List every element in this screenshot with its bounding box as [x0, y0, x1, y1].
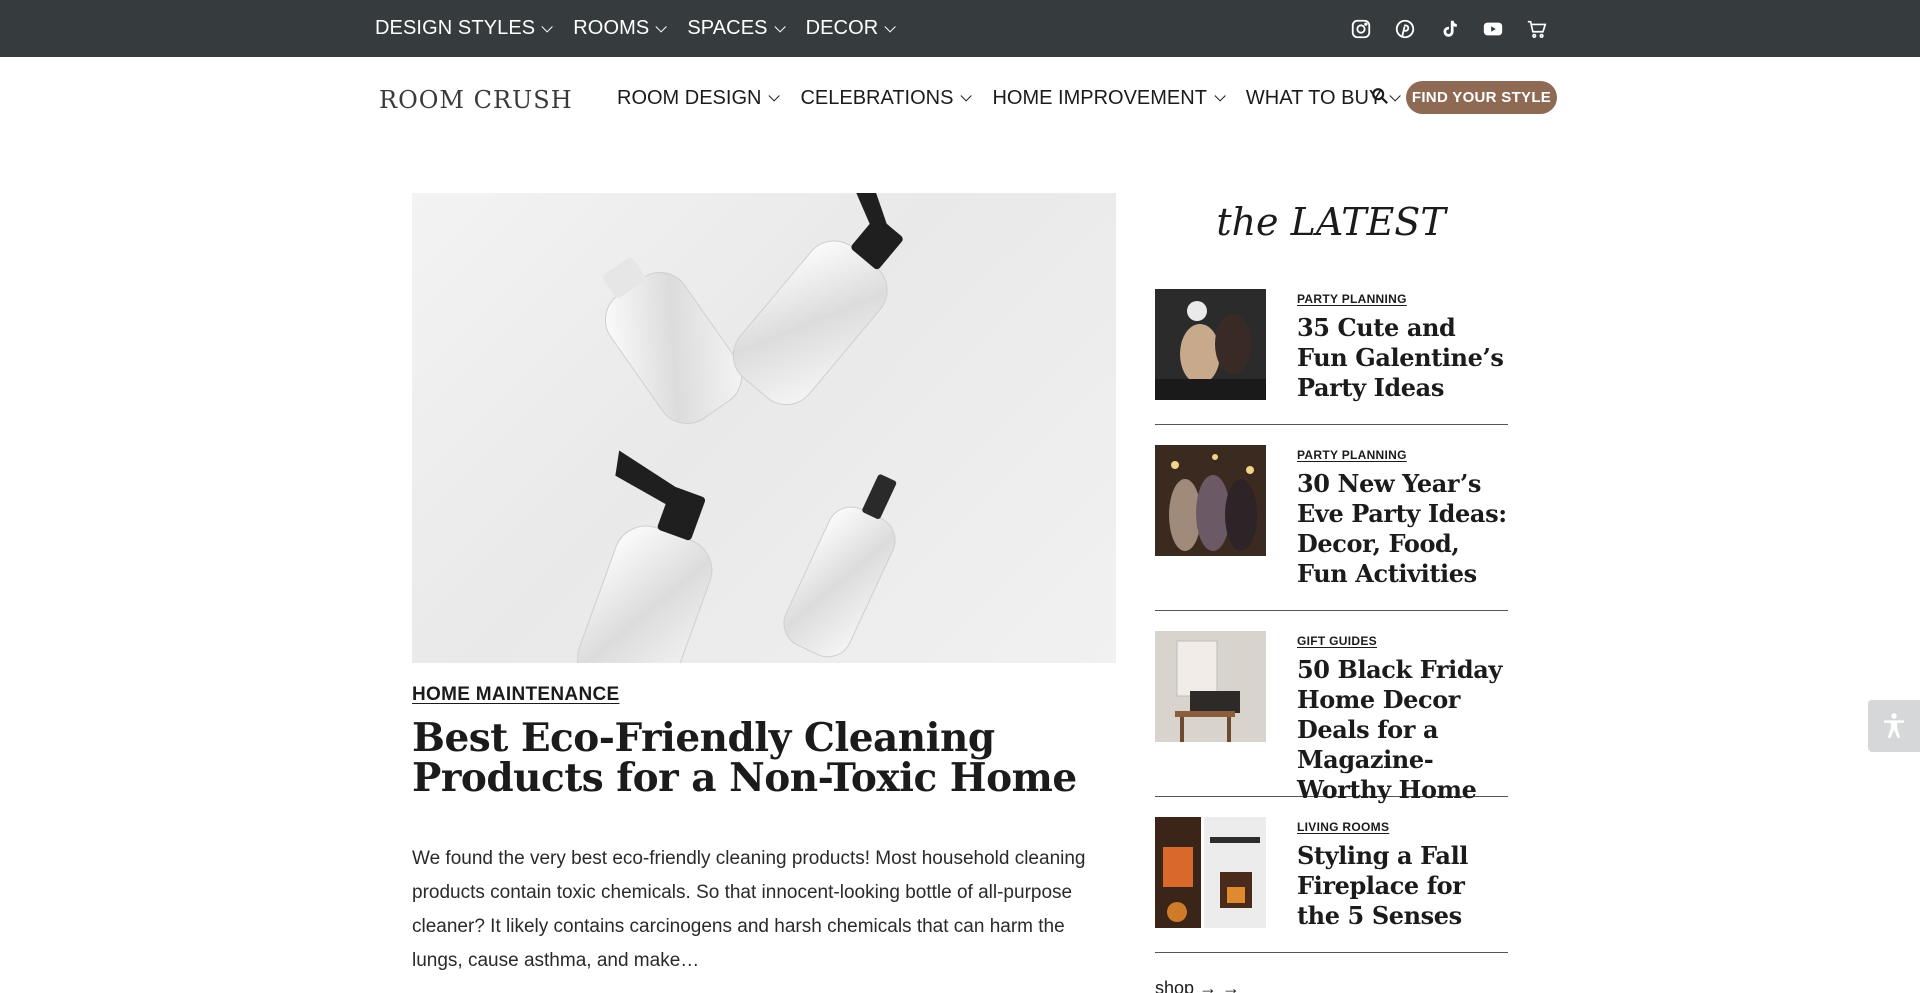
chevron-down-icon: [1214, 90, 1226, 102]
top-bar: DESIGN STYLES ROOMS SPACES DECOR: [0, 0, 1920, 57]
latest-title[interactable]: Styling a Fall Fireplace for the 5 Sense…: [1297, 841, 1512, 931]
latest-item[interactable]: PARTY PLANNING 35 Cute and Fun Galentine…: [1155, 289, 1508, 425]
latest-category[interactable]: LIVING ROOMS: [1297, 820, 1389, 834]
main-nav-label: CELEBRATIONS: [800, 86, 954, 109]
latest-thumbnail[interactable]: [1155, 289, 1266, 400]
top-nav-spaces[interactable]: SPACES: [687, 17, 786, 40]
top-nav-decor[interactable]: DECOR: [805, 17, 897, 40]
latest-heading: the LATEST: [1216, 200, 1446, 244]
latest-title[interactable]: 30 New Year’s Eve Party Ideas: Decor, Fo…: [1297, 469, 1512, 589]
chevron-down-icon: [768, 90, 781, 102]
top-nav: DESIGN STYLES ROOMS SPACES DECOR: [375, 0, 916, 57]
post-category-link[interactable]: HOME MAINTENANCE: [412, 684, 619, 706]
shop-link[interactable]: shop → →: [1155, 978, 1240, 993]
chevron-down-icon: [774, 20, 786, 33]
cart-icon[interactable]: [1526, 18, 1548, 40]
accessibility-icon: [1884, 713, 1904, 738]
top-nav-label: DECOR: [805, 17, 879, 39]
top-nav-label: SPACES: [687, 17, 768, 39]
latest-category[interactable]: GIFT GUIDES: [1297, 634, 1377, 648]
main-nav-label: ROOM DESIGN: [617, 86, 762, 109]
pinterest-icon[interactable]: [1394, 18, 1416, 40]
top-nav-rooms[interactable]: ROOMS: [573, 17, 668, 40]
main-nav: ROOM DESIGN CELEBRATIONS HOME IMPROVEMEN…: [617, 57, 1421, 139]
latest-title[interactable]: 50 Black Friday Home Decor Deals for a M…: [1297, 655, 1512, 805]
main-nav-label: WHAT TO BUY: [1245, 86, 1383, 109]
latest-category[interactable]: PARTY PLANNING: [1297, 292, 1407, 306]
post-title[interactable]: Best Eco-Friendly Cleaning Products for …: [412, 718, 1132, 798]
main-nav-celebrations[interactable]: CELEBRATIONS: [800, 86, 973, 110]
site-logo[interactable]: ROOM CRUSH: [379, 86, 573, 114]
post-excerpt: We found the very best eco-friendly clea…: [412, 848, 1086, 971]
latest-item[interactable]: GIFT GUIDES 50 Black Friday Home Decor D…: [1155, 631, 1508, 804]
chevron-down-icon: [655, 20, 668, 33]
latest-thumbnail[interactable]: [1155, 445, 1266, 556]
latest-category[interactable]: PARTY PLANNING: [1297, 448, 1407, 462]
main-nav-room-design[interactable]: ROOM DESIGN: [617, 86, 781, 110]
featured-image[interactable]: [412, 193, 1116, 663]
chevron-down-icon: [541, 20, 554, 33]
instagram-icon[interactable]: [1350, 18, 1372, 40]
youtube-icon[interactable]: [1482, 18, 1504, 40]
spray-bottles-image: [577, 193, 903, 663]
chevron-down-icon: [960, 90, 973, 102]
latest-thumbnail[interactable]: [1155, 631, 1266, 742]
main-nav-label: HOME IMPROVEMENT: [992, 86, 1207, 109]
latest-thumbnail[interactable]: [1155, 817, 1266, 928]
find-your-style-button[interactable]: FIND YOUR STYLE: [1406, 81, 1557, 114]
search-icon[interactable]: [1371, 87, 1389, 105]
top-nav-label: DESIGN STYLES: [375, 17, 536, 39]
chevron-down-icon: [1389, 90, 1402, 102]
latest-item[interactable]: PARTY PLANNING 30 New Year’s Eve Party I…: [1155, 445, 1508, 611]
tiktok-icon[interactable]: [1438, 18, 1460, 40]
latest-title[interactable]: 35 Cute and Fun Galentine’s Party Ideas: [1297, 313, 1512, 403]
chevron-down-icon: [884, 20, 897, 33]
main-nav-home-improvement[interactable]: HOME IMPROVEMENT: [992, 86, 1226, 110]
accessibility-button[interactable]: [1868, 700, 1920, 752]
top-nav-label: ROOMS: [573, 17, 650, 39]
latest-item[interactable]: LIVING ROOMS Styling a Fall Fireplace fo…: [1155, 817, 1508, 953]
top-nav-design-styles[interactable]: DESIGN STYLES: [375, 17, 554, 40]
main-header: ROOM CRUSH ROOM DESIGN CELEBRATIONS HOME…: [0, 57, 1920, 139]
social-links: [1328, 0, 1548, 57]
